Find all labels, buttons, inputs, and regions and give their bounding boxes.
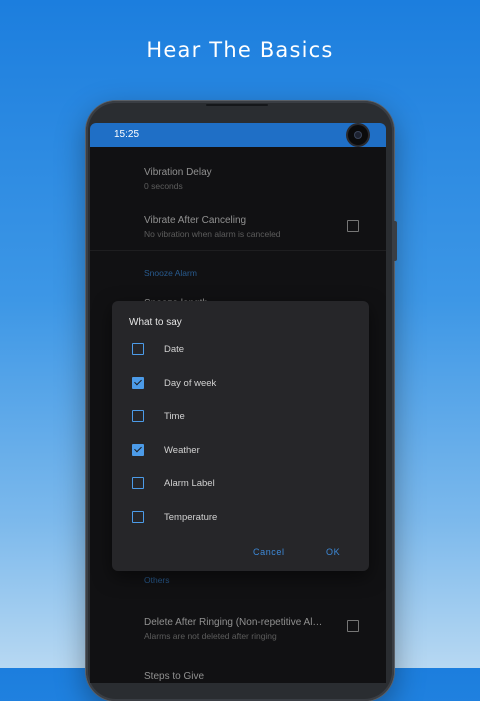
checkbox[interactable] [132, 343, 144, 355]
option-label: Time [164, 411, 185, 422]
checkbox-checked[interactable] [132, 444, 144, 456]
front-camera-icon [348, 125, 368, 145]
option-label: Weather [164, 445, 200, 456]
option-weather[interactable]: Weather [112, 439, 369, 463]
cancel-button[interactable]: Cancel [253, 547, 285, 557]
checkbox-checked[interactable] [132, 377, 144, 389]
checkbox[interactable] [132, 410, 144, 422]
checkbox[interactable] [132, 511, 144, 523]
option-time[interactable]: Time [112, 405, 369, 429]
option-date[interactable]: Date [112, 338, 369, 362]
option-label: Temperature [164, 512, 218, 523]
power-button [394, 221, 397, 261]
status-bar: 15:25 [90, 123, 386, 147]
speaker-grille [206, 104, 268, 106]
ok-button[interactable]: OK [326, 547, 340, 557]
phone-screen: 15:25 Vibration Delay 0 seconds Vibrate … [90, 123, 386, 683]
option-day-of-week[interactable]: Day of week [112, 372, 369, 396]
checkbox[interactable] [132, 477, 144, 489]
what-to-say-dialog: What to say Date Day of week Time Weathe… [112, 301, 369, 571]
option-temperature[interactable]: Temperature [112, 506, 369, 530]
option-label: Date [164, 344, 185, 355]
status-time: 15:25 [114, 129, 140, 140]
dialog-title: What to say [129, 317, 182, 328]
option-label: Day of week [164, 378, 217, 389]
headline: Hear The Basics [146, 38, 334, 62]
option-label: Alarm Label [164, 478, 215, 489]
option-alarm-label[interactable]: Alarm Label [112, 472, 369, 496]
